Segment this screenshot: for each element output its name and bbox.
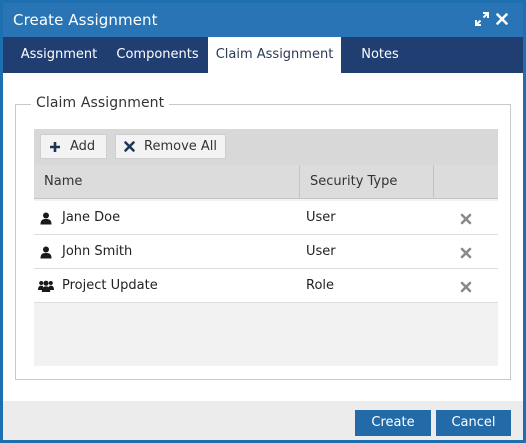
- remove-row-icon[interactable]: [459, 212, 472, 225]
- row-name: Jane Doe: [62, 210, 121, 225]
- users-group-icon: [38, 279, 54, 293]
- create-assignment-dialog: Create Assignment Assignment Components …: [0, 0, 526, 443]
- title-bar[interactable]: Create Assignment: [3, 3, 523, 37]
- remove-row-icon[interactable]: [459, 246, 472, 259]
- grid-toolbar: Add Remove All: [34, 129, 498, 165]
- remove-all-button[interactable]: Remove All: [115, 134, 226, 159]
- remove-row-icon[interactable]: [459, 280, 472, 293]
- create-button[interactable]: Create: [355, 410, 431, 436]
- tab-assignment[interactable]: Assignment: [11, 37, 107, 73]
- grid-header: Name Security Type: [34, 165, 498, 199]
- row-name: Project Update: [62, 278, 158, 293]
- row-security-type: User: [306, 244, 336, 259]
- tab-components[interactable]: Components: [107, 37, 208, 73]
- column-divider: [433, 165, 434, 198]
- tab-claim-assignment[interactable]: Claim Assignment: [208, 37, 341, 73]
- plus-icon: [49, 141, 61, 153]
- tab-notes[interactable]: Notes: [341, 37, 419, 73]
- cancel-button[interactable]: Cancel: [436, 410, 511, 436]
- row-security-type: Role: [306, 278, 335, 293]
- table-row[interactable]: Jane Doe User: [34, 201, 498, 235]
- column-divider: [299, 165, 300, 198]
- claim-assignment-grid: Add Remove All Name Security Type Jane D…: [34, 129, 498, 366]
- dialog-footer: Create Cancel: [3, 401, 523, 440]
- remove-all-button-label: Remove All: [144, 139, 218, 154]
- close-x-icon[interactable]: [493, 10, 511, 28]
- add-button-label: Add: [70, 139, 96, 154]
- fieldset-legend: Claim Assignment: [31, 95, 170, 111]
- dialog-title: Create Assignment: [13, 11, 158, 29]
- row-name: John Smith: [62, 244, 133, 259]
- column-header-security-type[interactable]: Security Type: [310, 165, 430, 198]
- user-icon: [39, 211, 53, 225]
- table-row[interactable]: Project Update Role: [34, 269, 498, 303]
- expand-arrows-icon[interactable]: [473, 10, 491, 28]
- tab-bar: Assignment Components Claim Assignment N…: [3, 37, 523, 73]
- row-security-type: User: [306, 210, 336, 225]
- table-row[interactable]: John Smith User: [34, 235, 498, 269]
- column-header-name[interactable]: Name: [44, 165, 294, 198]
- x-icon: [124, 141, 135, 152]
- add-button[interactable]: Add: [40, 134, 107, 159]
- user-icon: [39, 245, 53, 259]
